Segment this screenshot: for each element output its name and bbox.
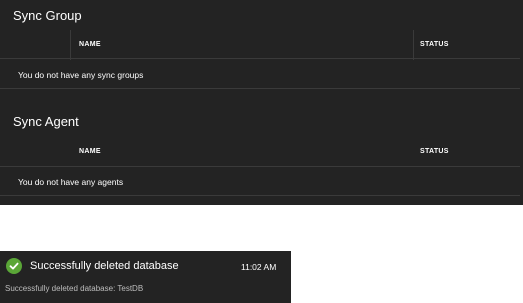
sync-agent-title: Sync Agent [13,114,79,129]
sync-group-title: Sync Group [13,8,82,23]
notification-toast[interactable]: Successfully deleted database 11:02 AM S… [0,251,291,303]
checkmark-circle-icon [6,258,22,274]
sync-group-empty-message: You do not have any sync groups [18,70,144,80]
toast-timestamp: 11:02 AM [241,262,277,272]
sync-agent-table-header: NAME STATUS [0,138,520,167]
sync-agent-status-column[interactable]: STATUS [420,148,449,155]
sync-group-name-column[interactable]: NAME [79,41,101,48]
checkmark-icon [9,262,19,270]
sync-agent-name-column[interactable]: NAME [79,148,101,155]
column-divider [70,30,71,60]
sync-agent-empty-message: You do not have any agents [18,177,124,187]
column-divider [413,30,414,60]
sync-panel: Sync Group NAME STATUS You do not have a… [0,0,523,205]
sync-agent-empty-row: You do not have any agents [0,167,520,196]
sync-group-table-header: NAME STATUS [0,30,520,60]
sync-group-empty-row: You do not have any sync groups [0,60,520,89]
sync-group-status-column[interactable]: STATUS [420,41,449,48]
toast-message: Successfully deleted database: TestDB [5,284,144,293]
toast-title: Successfully deleted database [30,260,179,272]
